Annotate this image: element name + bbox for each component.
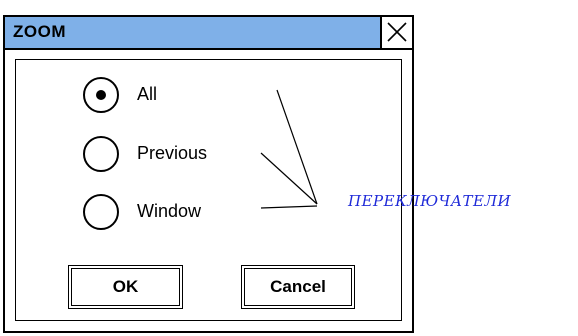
annotation-label: ПЕРЕКЛЮЧАТЕЛИ	[348, 192, 512, 210]
annotation-pointer-lines	[260, 89, 318, 209]
